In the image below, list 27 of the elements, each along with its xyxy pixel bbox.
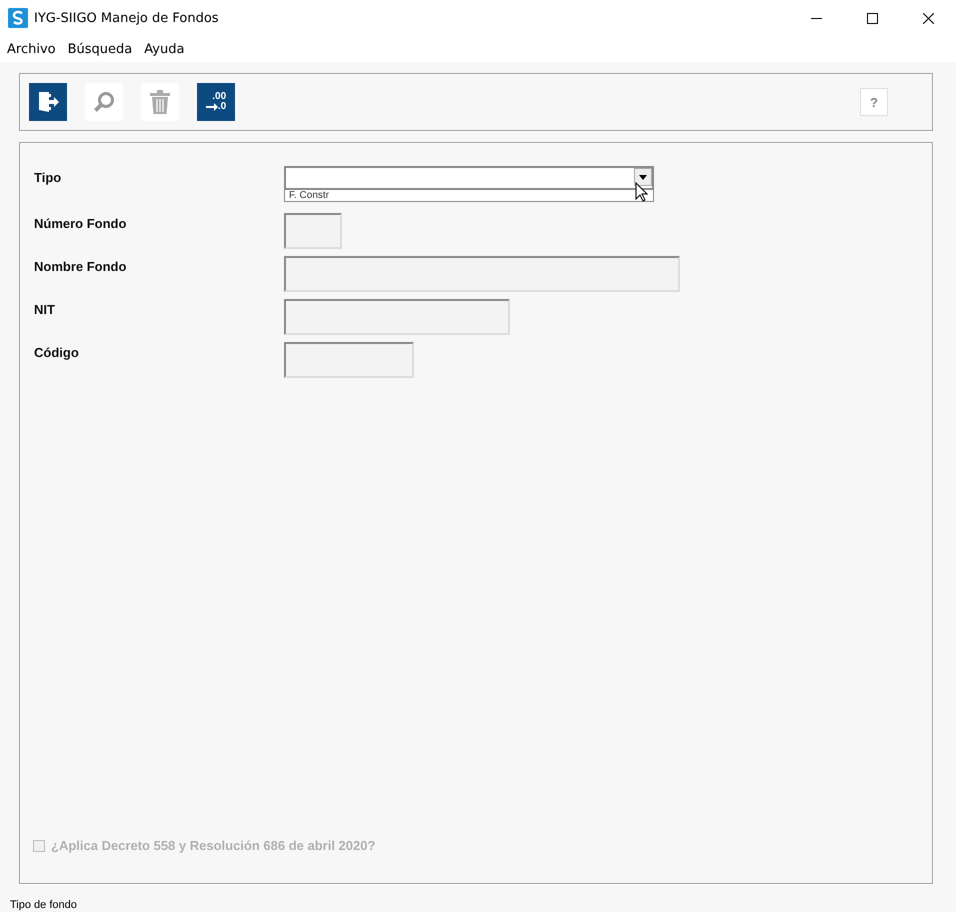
window-title: IYG-SIIGO Manejo de Fondos — [34, 10, 219, 26]
arrow-icon — [206, 103, 218, 111]
menu-item[interactable]: Búsqueda — [62, 42, 138, 56]
menu-item[interactable]: Archivo — [2, 42, 61, 56]
exit-button[interactable] — [29, 83, 67, 121]
field-label: Código — [33, 344, 80, 360]
field-label: NIT — [33, 301, 56, 317]
input-field[interactable] — [284, 299, 510, 335]
dropdown-option[interactable]: F. Constr — [284, 190, 654, 202]
status-text: Tipo de fondo — [10, 899, 77, 912]
decimals-text: .0 — [218, 102, 226, 112]
mouse-pointer-icon — [635, 182, 648, 202]
search-icon — [92, 90, 116, 114]
help-button[interactable]: ? — [860, 88, 888, 116]
input-field[interactable] — [284, 256, 680, 292]
decimals-text: .00 — [212, 92, 226, 102]
exit-door-icon — [37, 90, 59, 114]
field-label: Número Fondo — [33, 215, 128, 231]
checkbox-label: ¿Aplica Decreto 558 y Resolución 686 de abril 2020? — [51, 838, 376, 853]
field-label: Tipo — [33, 169, 62, 185]
app-logo-icon — [8, 8, 28, 28]
decimals-button[interactable]: .00 .0 — [197, 83, 235, 121]
input-field[interactable] — [284, 342, 414, 378]
trash-icon — [149, 90, 171, 114]
input-field[interactable] — [284, 213, 342, 249]
menu-item[interactable]: Ayuda — [139, 42, 190, 56]
field-label: Nombre Fondo — [33, 258, 128, 274]
